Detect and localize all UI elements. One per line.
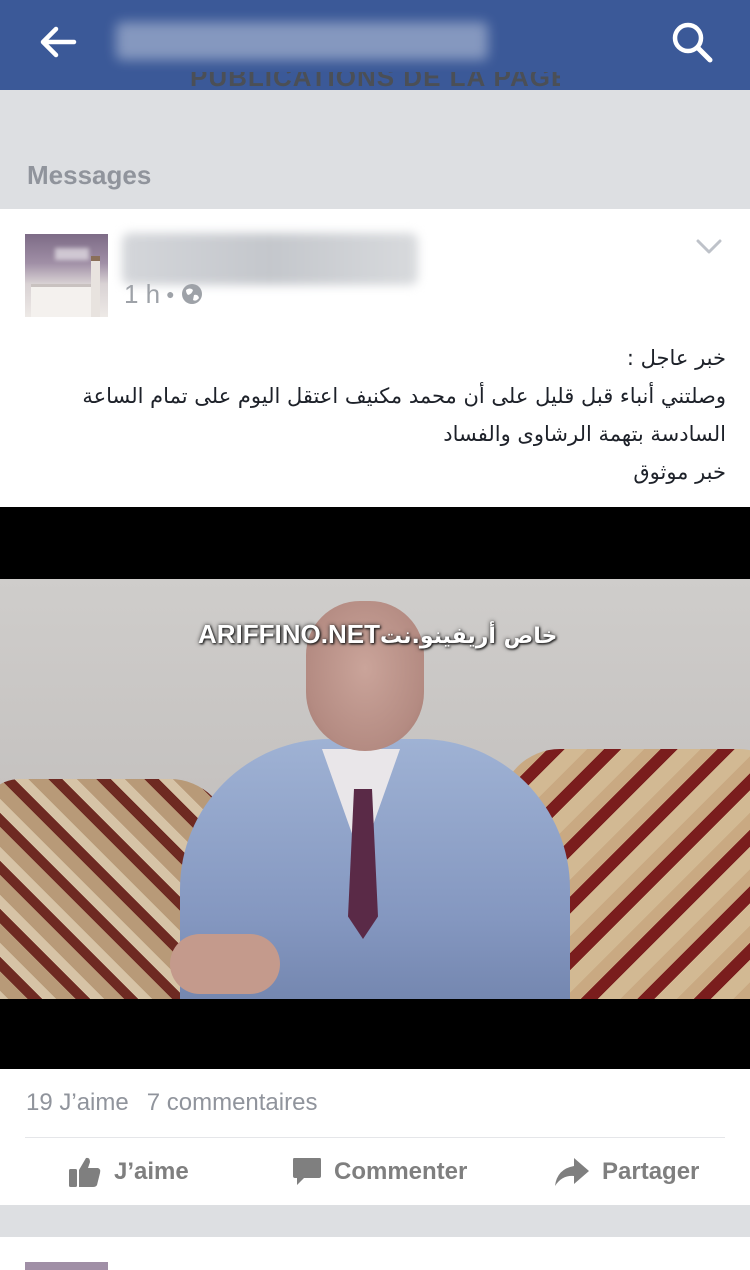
section-header-partial: PUBLICATIONS DE LA PAGE — [190, 72, 560, 96]
globe-icon — [181, 284, 202, 304]
video-watermark: ARIFFINO.NETخاص أريفينو.نت — [198, 619, 557, 650]
share-icon — [555, 1158, 589, 1186]
post-meta: 1 h ● — [124, 279, 203, 309]
like-button[interactable]: J’aime — [68, 1151, 189, 1193]
author-name[interactable] — [122, 233, 418, 285]
avatar-tower — [91, 256, 100, 317]
avatar[interactable] — [25, 234, 108, 317]
post-line: خبر عاجل : — [626, 346, 726, 370]
section-header-text: PUBLICATIONS DE LA PAGE — [190, 72, 560, 92]
avatar-overlay-text — [55, 248, 89, 260]
likes-count[interactable]: 19 J’aime — [26, 1089, 129, 1116]
messages-section-label: Messages — [27, 160, 152, 190]
post-line: وصلتني أنباء قبل قليل على أن محمد مكنيف … — [82, 384, 726, 408]
arrow-left-icon[interactable] — [36, 20, 80, 64]
post-text: خبر عاجل : وصلتني أنباء قبل قليل على أن … — [40, 339, 726, 491]
watermark-latin: ARIFFINO.NET — [198, 619, 380, 649]
comment-icon — [293, 1158, 321, 1185]
page-title — [116, 22, 488, 60]
share-label: Partager — [602, 1158, 700, 1185]
post-card: 1 h ● خبر عاجل : وصلتني أنباء قبل قليل ع… — [0, 209, 750, 1205]
search-icon[interactable] — [668, 18, 716, 66]
post-line: السادسة بتهمة الرشاوى والفساد — [443, 422, 726, 446]
comment-button[interactable]: Commenter — [292, 1151, 467, 1193]
share-button[interactable]: Partager — [554, 1151, 699, 1193]
video-player[interactable]: ARIFFINO.NETخاص أريفينو.نت — [0, 507, 750, 1069]
divider — [25, 1137, 725, 1138]
next-post-card — [0, 1237, 750, 1270]
like-label: J’aime — [114, 1158, 189, 1185]
video-person-hand — [170, 934, 280, 994]
thumbs-up-icon — [69, 1157, 101, 1187]
post-time[interactable]: 1 h — [124, 279, 160, 310]
watermark-arabic: خاص أريفينو.نت — [380, 624, 558, 649]
post-stats: 19 J’aime 7 commentaires — [26, 1089, 317, 1117]
comments-count[interactable]: 7 commentaires — [147, 1089, 318, 1116]
comment-label: Commenter — [334, 1158, 468, 1185]
author-name-blurred — [122, 233, 418, 285]
post-line: خبر موثوق — [633, 460, 726, 484]
video-frame: ARIFFINO.NETخاص أريفينو.نت — [0, 579, 750, 999]
avatar-building — [31, 284, 91, 317]
chevron-down-icon[interactable] — [696, 239, 722, 255]
meta-separator: ● — [166, 286, 175, 302]
page-title-blurred — [116, 22, 488, 60]
avatar[interactable] — [25, 1262, 108, 1270]
